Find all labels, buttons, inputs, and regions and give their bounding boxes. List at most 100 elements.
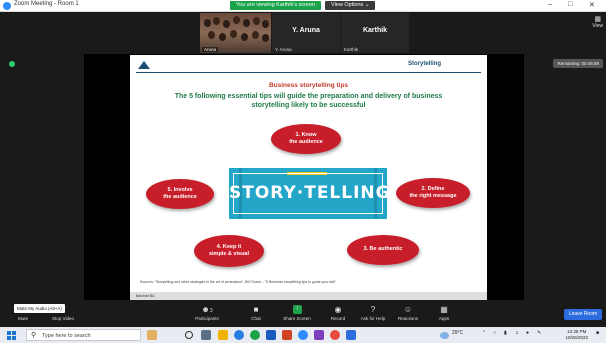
search-placeholder: Type here to search bbox=[42, 333, 91, 339]
tip-line: 1. Know bbox=[295, 131, 317, 138]
teams-app-icon[interactable] bbox=[314, 330, 324, 340]
word-app-icon[interactable] bbox=[266, 330, 276, 340]
tip-define-message: 2. Define the right message bbox=[396, 178, 470, 208]
chrome-browser-icon[interactable] bbox=[250, 330, 260, 340]
participant-name-tag: Karthik bbox=[344, 47, 359, 52]
tip-line: the audience bbox=[289, 139, 323, 145]
participants-icon: ☻3 bbox=[201, 305, 213, 314]
taskbar-search-box[interactable]: ⚲ Type here to search bbox=[26, 329, 141, 341]
meeting-toolbar: ● Mute ■ Stop Video ☻3 Participants ■ Ch… bbox=[0, 300, 606, 327]
maximize-button[interactable]: □ bbox=[568, 1, 572, 8]
windows-taskbar: ⚲ Type here to search 29°C ⌃ ○ ▮ ♫ ● ✎ 1… bbox=[0, 327, 606, 343]
battery-icon[interactable]: ▮ bbox=[504, 330, 507, 336]
app-taskbar-icon[interactable] bbox=[330, 330, 340, 340]
participants-button[interactable]: ☻3 Participants bbox=[189, 305, 225, 321]
record-button[interactable]: ◉ Record bbox=[320, 305, 356, 321]
tip-line: 5. Involve bbox=[167, 186, 193, 193]
weather-temperature[interactable]: 29°C bbox=[452, 330, 463, 336]
tip-involve-audience: 5. Involve the audience bbox=[146, 179, 214, 209]
clock-time: 12:38 PM bbox=[567, 329, 587, 334]
logo-triangle-icon bbox=[138, 61, 150, 69]
tip-line: 3. Be authentic bbox=[363, 246, 403, 253]
storytelling-banner-image: STORY·TELLING bbox=[229, 168, 387, 219]
participant-video-aruna[interactable]: Aruna bbox=[200, 13, 271, 53]
ask-for-help-button[interactable]: ? Ask for Help bbox=[355, 305, 391, 321]
mute-label: Mute bbox=[17, 316, 28, 321]
stop-video-label: Stop Video bbox=[52, 316, 74, 321]
title-bar: Zoom Meeting - Room 1 You are viewing Ka… bbox=[0, 0, 606, 12]
powerpoint-app-icon[interactable] bbox=[282, 330, 292, 340]
participant-display-name: Karthik bbox=[362, 27, 388, 34]
clock-date: 10/26/2022 bbox=[565, 334, 588, 340]
reactions-button[interactable]: ☺ Reactions bbox=[390, 305, 426, 321]
reactions-label: Reactions bbox=[397, 316, 418, 321]
slide-subtitle: The 5 following essential tips will guid… bbox=[174, 93, 443, 110]
edge-browser-icon[interactable] bbox=[234, 330, 244, 340]
grid-icon: ▦ bbox=[594, 16, 601, 23]
tip-line: simple & visual bbox=[208, 251, 250, 257]
file-explorer-icon[interactable] bbox=[218, 330, 228, 340]
minimize-button[interactable]: – bbox=[548, 1, 552, 8]
banner-word: STORY·TELLING bbox=[229, 183, 387, 203]
smiley-icon: ☺ bbox=[403, 305, 413, 314]
notification-icon[interactable]: ■ bbox=[596, 330, 599, 336]
mute-tooltip: Mute My Audio (Alt+A) bbox=[14, 304, 65, 313]
tip-be-authentic: 3. Be authentic bbox=[347, 235, 419, 265]
tip-keep-simple: 4. Keep it simple & visual bbox=[194, 235, 264, 267]
share-screen-button[interactable]: ↑ Share Screen bbox=[279, 305, 315, 321]
participant-name-tag: Aruna bbox=[202, 47, 219, 52]
apps-label: Apps bbox=[438, 316, 450, 321]
viewing-screen-banner: You are viewing Karthik's screen bbox=[230, 1, 322, 10]
slide-title: Business storytelling tips bbox=[268, 82, 349, 89]
participants-count: 3 bbox=[209, 308, 213, 314]
participant-tile-aruna[interactable]: Y. Aruna Y. Aruna bbox=[272, 13, 340, 53]
view-button-label: View bbox=[592, 23, 603, 29]
apps-button[interactable]: ▦ Apps bbox=[426, 305, 462, 321]
leave-room-button[interactable]: Leave Room bbox=[564, 309, 602, 320]
zoom-taskbar-icon[interactable] bbox=[298, 330, 308, 340]
window-title: Zoom Meeting - Room 1 bbox=[14, 1, 79, 7]
slide-source-citation: Sources: "Storytelling and other strateg… bbox=[140, 280, 337, 284]
view-options-button[interactable]: View Options ⌄ bbox=[325, 1, 376, 10]
remaining-time-badge: Remaining: 00:45:59 bbox=[553, 59, 603, 68]
security-shield-icon[interactable] bbox=[9, 61, 15, 67]
help-icon: ? bbox=[370, 305, 376, 314]
cortana-icon[interactable] bbox=[185, 331, 193, 339]
slide-header: Storytelling bbox=[407, 61, 441, 67]
tip-line: the audience bbox=[163, 194, 197, 200]
search-icon: ⚲ bbox=[31, 332, 37, 339]
taskbar-clock[interactable]: 12:38 PM 10/26/2022 bbox=[565, 329, 588, 341]
chevron-up-icon[interactable]: ⌃ bbox=[482, 330, 486, 336]
record-icon: ◉ bbox=[334, 305, 342, 314]
record-label: Record bbox=[330, 316, 346, 321]
participant-name-tag: Y. Aruna bbox=[275, 47, 292, 52]
zoom-app-icon bbox=[3, 2, 11, 10]
close-window-button[interactable]: ✕ bbox=[589, 1, 595, 9]
language-icon[interactable]: ● bbox=[526, 330, 529, 336]
participant-tile-karthik[interactable]: Karthik Karthik bbox=[341, 13, 409, 53]
taskbar-crowd-thumbnail-icon[interactable] bbox=[147, 330, 157, 340]
chat-button[interactable]: ■ Chat bbox=[238, 305, 274, 321]
pen-tray-icon[interactable]: ✎ bbox=[537, 330, 541, 336]
windows-start-icon[interactable] bbox=[7, 331, 16, 340]
ask-for-help-label: Ask for Help bbox=[360, 316, 386, 321]
volume-icon[interactable]: ♫ bbox=[515, 330, 519, 336]
network-icon[interactable]: ○ bbox=[493, 330, 496, 336]
chat-bubble-icon: ■ bbox=[253, 305, 259, 314]
weather-cloud-icon[interactable] bbox=[440, 332, 449, 339]
task-view-icon[interactable] bbox=[201, 330, 211, 340]
view-layout-button[interactable]: ▦ View bbox=[592, 15, 603, 29]
presentation-slide: Storytelling Business storytelling tips … bbox=[130, 55, 487, 300]
zoom-meeting-window: Zoom Meeting - Room 1 You are viewing Ka… bbox=[0, 0, 606, 343]
apps-icon: ▦ bbox=[440, 305, 448, 314]
slide-footer: Barchait BA bbox=[130, 292, 487, 300]
tip-line: 4. Keep it bbox=[216, 243, 242, 250]
chat-label: Chat bbox=[251, 316, 261, 321]
slide-footer-label: Barchait BA bbox=[136, 294, 155, 298]
header-divider bbox=[136, 72, 481, 73]
tip-know-audience: 1. Know the audience bbox=[271, 124, 341, 154]
share-screen-label: Share Screen bbox=[283, 316, 311, 321]
app-taskbar-icon[interactable] bbox=[346, 330, 356, 340]
tip-line: the right message bbox=[409, 193, 457, 199]
participant-display-name: Y. Aruna bbox=[292, 27, 320, 34]
